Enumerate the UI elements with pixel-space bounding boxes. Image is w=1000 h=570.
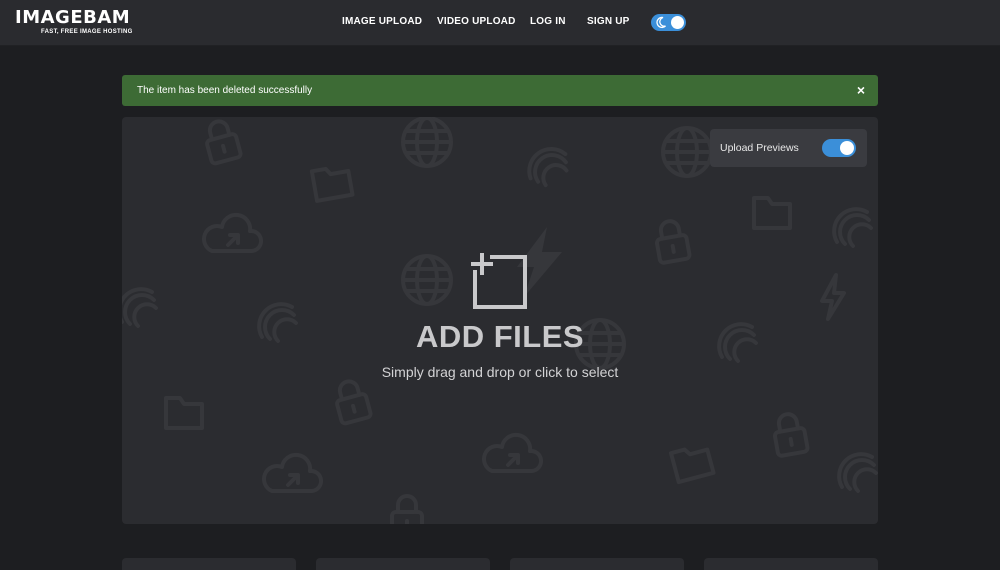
top-navbar: IMAGEBAM FAST, FREE IMAGE HOSTING IMAGE …: [0, 0, 1000, 46]
nav-video-upload[interactable]: VIDEO UPLOAD: [437, 16, 516, 27]
bottom-card: [316, 558, 490, 570]
upload-previews-label: Upload Previews: [720, 142, 799, 154]
upload-previews-panel: Upload Previews: [710, 129, 867, 167]
toggle-knob: [840, 141, 854, 155]
add-files-title: ADD FILES: [415, 319, 585, 354]
dark-mode-toggle[interactable]: [651, 14, 686, 31]
moon-icon: [656, 16, 666, 29]
nav-image-upload[interactable]: IMAGE UPLOAD: [342, 16, 422, 27]
logo[interactable]: IMAGEBAM FAST, FREE IMAGE HOSTING: [15, 7, 133, 36]
toggle-knob: [671, 16, 684, 29]
bottom-card: [122, 558, 296, 570]
add-image-icon: [471, 253, 527, 309]
nav-log-in[interactable]: LOG IN: [530, 16, 566, 27]
add-files-subtitle: Simply drag and drop or click to select: [381, 364, 619, 380]
bottom-card: [510, 558, 684, 570]
close-icon[interactable]: ×: [857, 82, 865, 98]
upload-dropzone[interactable]: Upload Previews ADD FILES Simply drag an…: [122, 117, 878, 524]
nav-sign-up[interactable]: SIGN UP: [587, 16, 630, 27]
bottom-card: [704, 558, 878, 570]
upload-previews-toggle[interactable]: [822, 139, 856, 157]
alert-message: The item has been deleted successfully: [137, 85, 313, 96]
logo-title: IMAGEBAM: [15, 7, 131, 28]
logo-tagline: FAST, FREE IMAGE HOSTING: [41, 29, 133, 35]
success-alert: The item has been deleted successfully ×: [122, 75, 878, 106]
